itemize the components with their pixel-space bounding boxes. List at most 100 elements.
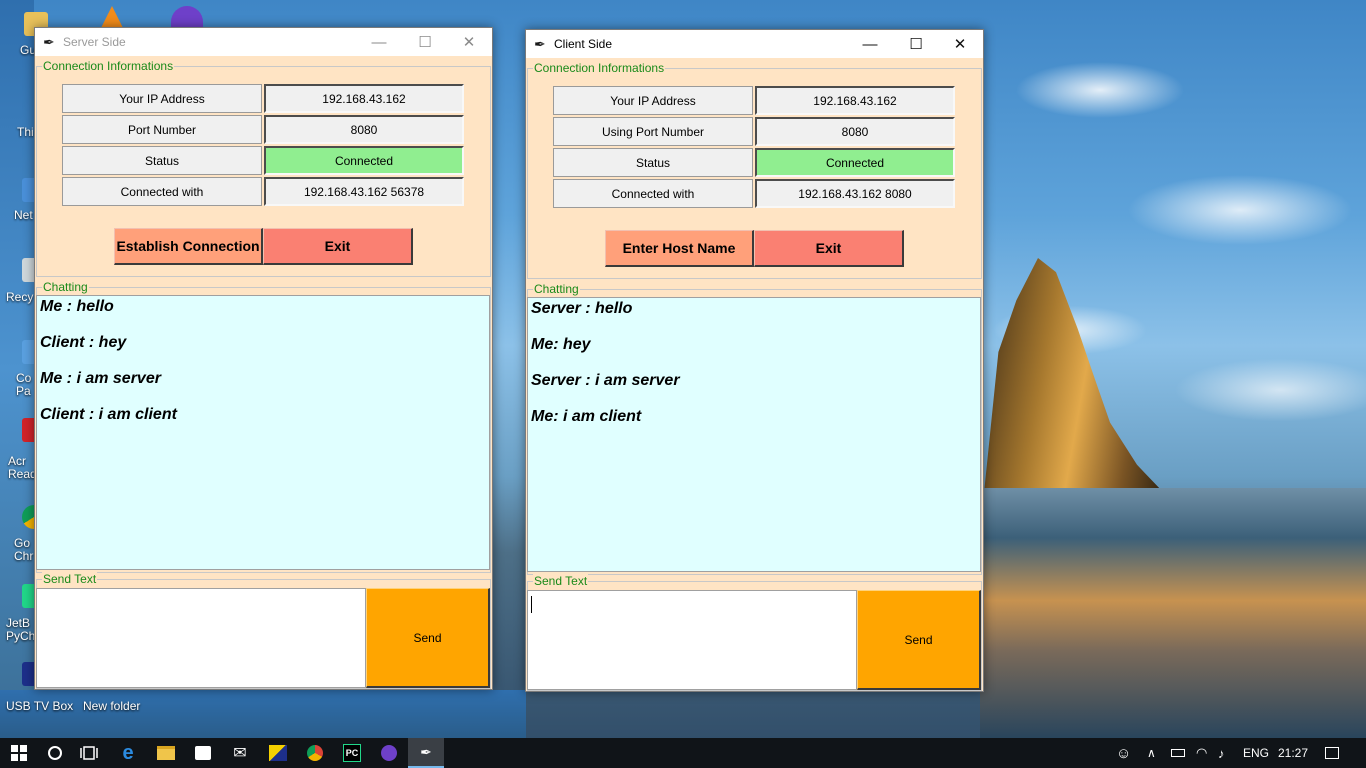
github-icon — [381, 745, 397, 761]
client-window: ✒ Client Side — ☐ ✕ Connection Informati… — [525, 29, 984, 692]
chat-message: Server : hello — [531, 300, 633, 317]
language-indicator[interactable]: ENG — [1243, 738, 1273, 768]
send-button[interactable]: Send — [366, 588, 490, 688]
maximize-icon: ☐ — [418, 34, 432, 51]
establish-connection-button[interactable]: Establish Connection — [114, 228, 263, 265]
action-center-icon[interactable] — [1325, 738, 1343, 768]
enter-host-name-button[interactable]: Enter Host Name — [605, 230, 754, 267]
chat-message: Client : i am client — [40, 406, 177, 423]
wifi-icon[interactable]: ◠ — [1196, 738, 1212, 768]
chevron-up-icon[interactable]: ∧ — [1147, 738, 1161, 768]
volume-icon[interactable]: ♪ — [1218, 738, 1234, 768]
chat-message: Server : i am server — [531, 372, 680, 389]
frame-label: Send Text — [42, 572, 98, 586]
python-feather-icon: ✒ — [420, 743, 432, 760]
connected-with-label: Connected with — [553, 179, 753, 208]
title-bar[interactable]: ✒ Server Side — ☐ ✕ — [35, 28, 492, 56]
server-window: ✒ Server Side — ☐ ✕ Connection Informati… — [34, 27, 493, 690]
desktop-icon-label: USB TV Box — [6, 699, 74, 713]
tv-taskbar-button[interactable] — [260, 738, 296, 768]
store-taskbar-button[interactable] — [185, 738, 221, 768]
text-caret — [531, 596, 532, 613]
close-button[interactable]: ✕ — [937, 30, 983, 58]
task-view-icon — [80, 746, 98, 760]
desktop-icon-label: New folder — [83, 699, 141, 713]
edge-taskbar-button[interactable]: e — [110, 738, 146, 768]
frame-label: Chatting — [42, 280, 89, 294]
window-title: Client Side — [554, 37, 613, 51]
exit-button[interactable]: Exit — [754, 230, 904, 267]
chat-message: Client : hey — [40, 334, 127, 351]
status-label: Status — [553, 148, 753, 177]
chrome-taskbar-button[interactable] — [297, 738, 333, 768]
port-label: Using Port Number — [553, 117, 753, 146]
send-button[interactable]: Send — [857, 590, 981, 690]
task-view-button[interactable] — [72, 738, 106, 768]
close-icon: ✕ — [462, 34, 476, 51]
frame-label: Connection Informations — [533, 61, 666, 75]
edge-icon: e — [122, 741, 134, 764]
desktop-icon-label: Go Chr — [14, 536, 34, 563]
feather-icon: ✒ — [534, 36, 546, 52]
maximize-button[interactable]: ☐ — [402, 28, 448, 56]
chrome-icon — [307, 745, 323, 761]
connected-with-value: 192.168.43.162 56378 — [264, 177, 464, 206]
start-icon — [11, 745, 27, 761]
desktop-icon-label: Co Pa — [16, 371, 32, 398]
battery-icon[interactable] — [1171, 738, 1189, 768]
connected-with-label: Connected with — [62, 177, 262, 206]
people-icon[interactable]: ☺ — [1116, 738, 1134, 768]
message-input[interactable] — [527, 590, 857, 690]
search-button[interactable] — [38, 738, 72, 768]
frame-label: Send Text — [533, 574, 589, 588]
connected-with-value: 192.168.43.162 8080 — [755, 179, 955, 208]
window-title: Server Side — [63, 35, 126, 49]
desktop-strip-bottom — [0, 690, 526, 738]
minimize-icon: — — [862, 35, 878, 53]
taskbar: e ✉ PC ✒ ☺ ∧ ◠ ♪ ENG 21:27 — [0, 738, 1366, 768]
chat-message: Me: i am client — [531, 408, 642, 425]
status-value: Connected — [755, 148, 955, 177]
frame-label: Chatting — [533, 282, 580, 296]
minimize-button[interactable]: — — [847, 30, 893, 58]
frame-label: Connection Informations — [42, 59, 175, 73]
feather-icon: ✒ — [43, 34, 55, 50]
ip-address-value: 192.168.43.162 — [264, 84, 464, 113]
start-button[interactable] — [0, 738, 38, 768]
desktop-icon-label: Acr Read — [8, 454, 37, 481]
message-input[interactable] — [36, 588, 366, 688]
search-icon — [48, 746, 62, 760]
pycharm-taskbar-button[interactable]: PC — [334, 738, 370, 768]
file-explorer-taskbar-button[interactable] — [148, 738, 184, 768]
title-bar[interactable]: ✒ Client Side — ☐ ✕ — [526, 30, 983, 58]
github-taskbar-button[interactable] — [371, 738, 407, 768]
port-label: Port Number — [62, 115, 262, 144]
python-taskbar-button[interactable]: ✒ — [408, 738, 444, 768]
chat-message: Me: hey — [531, 336, 591, 353]
tv-icon — [269, 745, 287, 761]
mail-taskbar-button[interactable]: ✉ — [222, 738, 258, 768]
wallpaper-sea — [980, 488, 1366, 738]
desktop-icon-label: Net — [14, 208, 33, 222]
chat-message: Me : hello — [40, 298, 114, 315]
close-icon: ✕ — [953, 36, 967, 53]
chat-message: Me : i am server — [40, 370, 161, 387]
status-value: Connected — [264, 146, 464, 175]
file-explorer-icon — [157, 746, 175, 760]
pycharm-icon: PC — [343, 744, 361, 762]
desktop-icon-label: Thi — [17, 125, 34, 139]
clock[interactable]: 21:27 — [1278, 738, 1314, 768]
close-button[interactable]: ✕ — [446, 28, 492, 56]
exit-button[interactable]: Exit — [263, 228, 413, 265]
store-icon — [195, 746, 211, 760]
desktop-icon-label: JetB PyCh — [6, 616, 36, 643]
ip-address-label: Your IP Address — [553, 86, 753, 115]
chat-display[interactable]: Me : hello Client : hey Me : i am server… — [36, 295, 490, 570]
ip-address-value: 192.168.43.162 — [755, 86, 955, 115]
desktop-icon-label: Recy — [6, 290, 34, 304]
minimize-button[interactable]: — — [356, 28, 402, 56]
chat-display[interactable]: Server : hello Me: hey Server : i am ser… — [527, 297, 981, 572]
mail-icon: ✉ — [233, 745, 247, 762]
ip-address-label: Your IP Address — [62, 84, 262, 113]
maximize-button[interactable]: ☐ — [893, 30, 939, 58]
